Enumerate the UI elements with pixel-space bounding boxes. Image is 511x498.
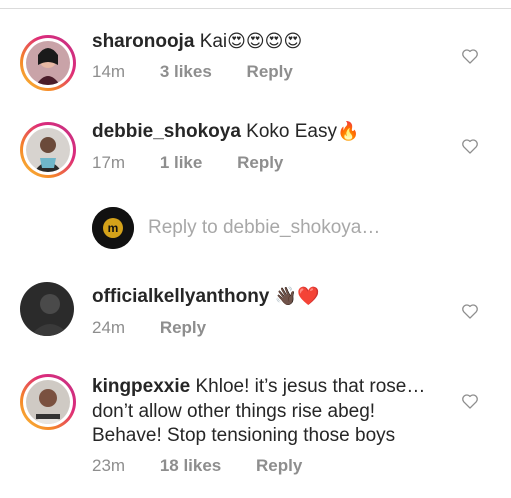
reply-button[interactable]: Reply: [256, 456, 302, 476]
username[interactable]: officialkellyanthony: [92, 286, 269, 307]
comment-meta: 14m 3 likes Reply: [92, 62, 293, 82]
reply-button[interactable]: Reply: [247, 62, 293, 82]
username[interactable]: sharonooja: [92, 31, 194, 52]
comment-meta: 24m Reply: [92, 318, 206, 338]
avatar-image: [26, 41, 70, 85]
avatar-kingpexxie[interactable]: [20, 374, 76, 430]
avatar-image: [20, 282, 74, 336]
avatar-officialkellyanthony[interactable]: [20, 282, 76, 338]
comment-text-line: kingpexxie Khloe! it’s jesus that rose…: [92, 375, 425, 399]
comment-text: don’t allow other things rise abeg!: [92, 401, 376, 422]
avatar-sharonooja[interactable]: [20, 35, 76, 91]
comment-text-line: officialkellyanthony 👋🏿❤️: [92, 285, 319, 309]
timestamp: 17m: [92, 153, 126, 172]
reply-button[interactable]: Reply: [237, 153, 283, 173]
timestamp: 14m: [92, 62, 126, 81]
comment-text: Kai: [199, 31, 228, 52]
comment-emoji: 😍😍😍😍: [227, 31, 303, 52]
avatar-image: [26, 380, 70, 424]
username[interactable]: kingpexxie: [92, 376, 190, 397]
avatar-debbie-shokoya[interactable]: [20, 122, 76, 178]
avatar-letter: m: [108, 221, 119, 235]
comment-text: Behave! Stop tensioning those boys: [92, 425, 396, 446]
comment-text-line-2: don’t allow other things rise abeg!: [92, 400, 375, 424]
avatar-image: [26, 128, 70, 172]
heart-outline-icon[interactable]: [460, 301, 480, 321]
top-divider: [0, 8, 511, 9]
comment-emoji: 👋🏿❤️: [274, 286, 320, 307]
likes-count[interactable]: 18 likes: [160, 456, 221, 476]
username[interactable]: debbie_shokoya: [92, 121, 241, 142]
heart-outline-icon[interactable]: [460, 46, 480, 66]
timestamp: 23m: [92, 456, 126, 475]
comment-meta: 23m 18 likes Reply: [92, 456, 302, 476]
heart-outline-icon[interactable]: [460, 391, 480, 411]
timestamp: 24m: [92, 318, 126, 337]
comment-text-line: debbie_shokoya Koko Easy🔥: [92, 120, 359, 144]
comment-emoji: 🔥: [337, 121, 360, 142]
comment-text: Koko Easy: [246, 121, 337, 142]
likes-count[interactable]: 1 like: [160, 153, 203, 173]
reply-button[interactable]: Reply: [160, 318, 206, 338]
comment-text-line: sharonooja Kai😍😍😍😍: [92, 30, 302, 54]
comment-meta: 17m 1 like Reply: [92, 153, 283, 173]
current-user-avatar: m: [92, 207, 134, 249]
likes-count[interactable]: 3 likes: [160, 62, 212, 82]
comment-text: Khloe! it’s jesus that rose…: [195, 376, 426, 397]
comment-text-line-3: Behave! Stop tensioning those boys: [92, 424, 395, 448]
reply-input[interactable]: Reply to debbie_shokoya…: [148, 217, 380, 239]
heart-outline-icon[interactable]: [460, 136, 480, 156]
